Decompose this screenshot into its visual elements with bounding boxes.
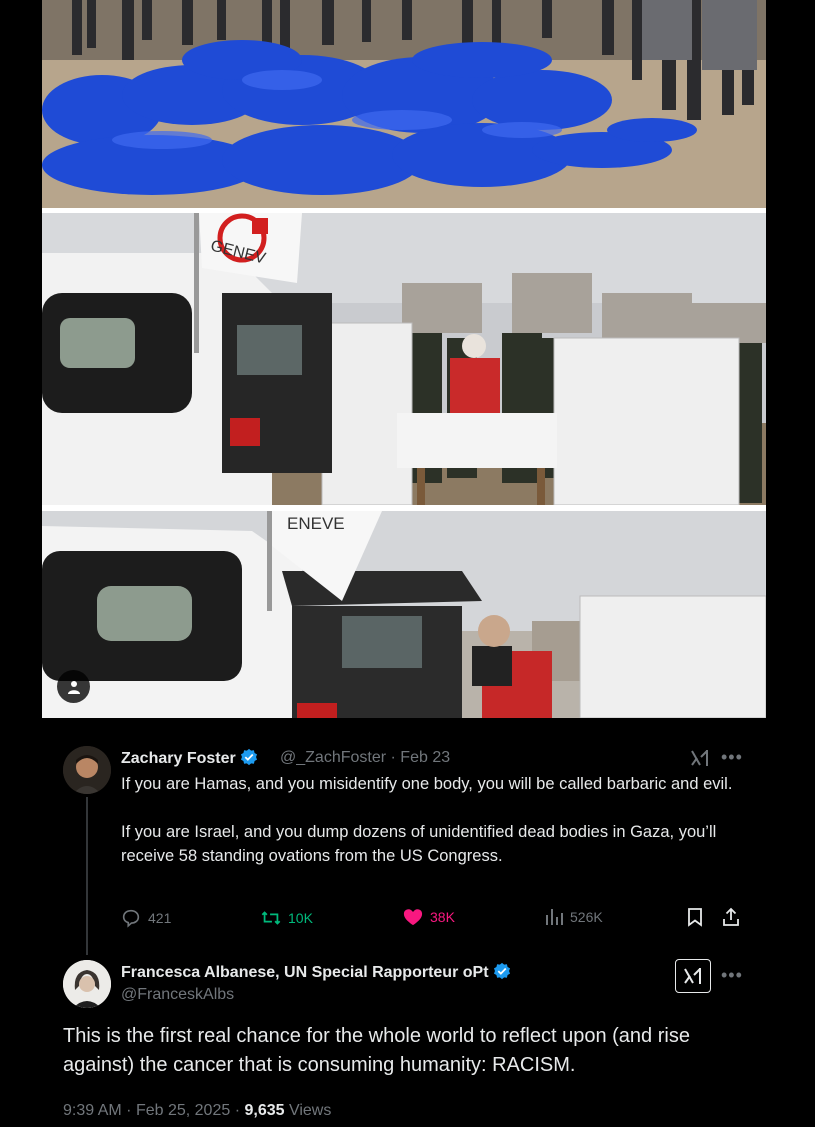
media-photo-bags (42, 0, 766, 208)
meta-separator: · (390, 749, 396, 766)
views-count-main: 9,635 (244, 1102, 285, 1119)
author-name-text: Zachary Foster (121, 750, 236, 767)
like-button[interactable]: 38K (402, 907, 455, 927)
author-name-quoted[interactable]: Zachary Foster (121, 748, 258, 768)
date-quoted[interactable]: Feb 23 (400, 749, 450, 766)
avatar-francesca-albanese[interactable] (63, 960, 111, 1008)
tweet-paragraph-1: If you are Hamas, and you misidentify on… (121, 775, 733, 793)
more-icon: ••• (721, 747, 743, 767)
repost-button[interactable]: 10K (260, 907, 313, 929)
share-button[interactable] (721, 907, 741, 927)
repost-count: 10K (288, 910, 313, 926)
more-button-main[interactable]: ••• (721, 966, 743, 984)
flag-text-eneve: ENEVE (287, 514, 345, 533)
quoted-tweet-text: If you are Hamas, and you misidentify on… (121, 772, 751, 868)
media-photo-trunk: ENEVE (42, 511, 766, 718)
reply-icon (122, 909, 140, 928)
views-icon (546, 909, 563, 925)
thread-connector-line (86, 797, 88, 955)
tagged-people-button[interactable] (57, 670, 90, 703)
tweet-time[interactable]: 9:39 AM (63, 1102, 122, 1119)
tweet-date[interactable]: Feb 25, 2025 (136, 1102, 230, 1119)
tweet-timestamp: 9:39 AM · Feb 25, 2025 · 9,635 Views (63, 1102, 331, 1120)
quoted-handle-date: @_ZachFoster · Feb 23 (280, 749, 450, 767)
verified-badge-icon (240, 748, 257, 766)
quoted-action-bar: 421 10K 38K 526K (120, 907, 745, 931)
author-name-main[interactable]: Francesca Albanese, UN Special Rapporteu… (121, 962, 511, 982)
tweet-media-image[interactable]: GENEV ENEVE (42, 0, 766, 718)
more-icon: ••• (721, 965, 743, 985)
views-label: Views (288, 1102, 332, 1119)
grok-button-main[interactable] (675, 959, 711, 993)
grok-icon (684, 968, 701, 984)
grok-icon (691, 750, 708, 766)
person-icon (67, 680, 80, 694)
reply-button[interactable]: 421 (120, 907, 171, 929)
more-button-quoted[interactable]: ••• (721, 748, 743, 766)
bookmark-icon (688, 908, 702, 927)
author-name-text: Francesca Albanese, UN Special Rapporteu… (121, 964, 489, 981)
repost-icon (261, 911, 281, 925)
bookmark-button[interactable] (686, 907, 704, 927)
media-photo-handover: GENEV (42, 213, 766, 505)
share-icon (723, 907, 739, 926)
main-tweet-text: This is the first real chance for the wh… (63, 1025, 690, 1076)
like-icon (403, 909, 423, 926)
grok-button-quoted[interactable] (689, 748, 711, 768)
handle-quoted[interactable]: @_ZachFoster (280, 749, 386, 766)
like-count: 38K (430, 909, 455, 925)
views-count: 526K (570, 909, 603, 925)
verified-badge-icon (493, 962, 510, 980)
views-button[interactable]: 526K (544, 907, 603, 927)
reply-count: 421 (148, 910, 172, 926)
meta-separator: · (234, 1102, 241, 1119)
avatar-zachary-foster[interactable] (63, 746, 111, 794)
meta-separator: · (126, 1102, 132, 1119)
tweet-paragraph-2: If you are Israel, and you dump dozens o… (121, 823, 717, 865)
handle-main[interactable]: @FranceskAlbs (121, 986, 234, 1004)
